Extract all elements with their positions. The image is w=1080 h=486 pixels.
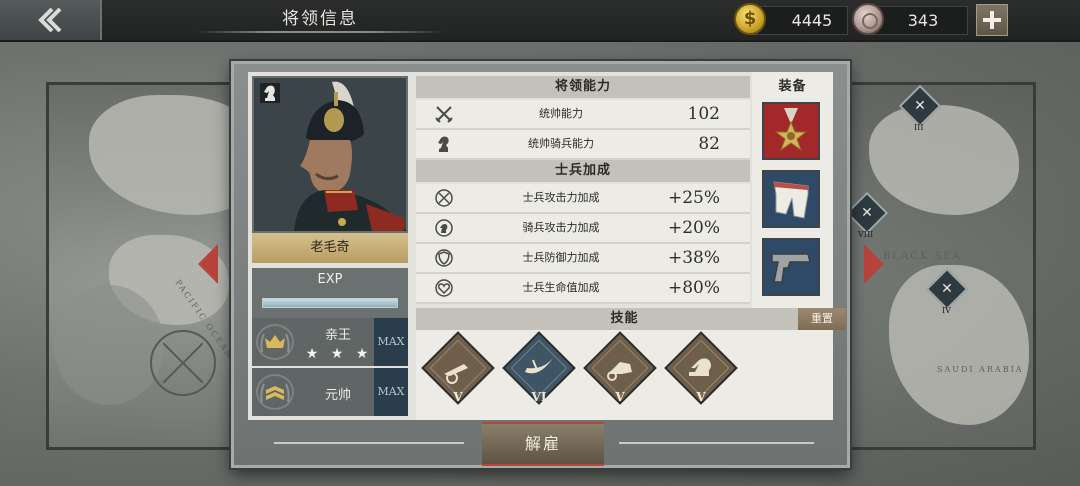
add-currency-button[interactable] bbox=[976, 4, 1008, 36]
army-marker-label: VIII bbox=[858, 230, 874, 239]
soldier-bonus-section-title: 士兵加成 bbox=[416, 160, 750, 182]
top-bar: 将领信息 4445 $ 343 bbox=[0, 0, 1080, 42]
equipment-slot-pistol[interactable] bbox=[762, 238, 820, 296]
map-label-black-sea: BLACK SEA bbox=[883, 251, 962, 262]
stat-row-command: 统帅能力 102 bbox=[416, 100, 750, 130]
stat-value: +38% bbox=[667, 248, 720, 268]
attack-up-icon bbox=[435, 189, 453, 207]
stat-row-cavalry-command: 统帅骑兵能力 82 bbox=[416, 130, 750, 160]
skill-level: VI bbox=[531, 390, 547, 404]
pistol-item-icon bbox=[771, 253, 811, 283]
map-scroll-left-arrow[interactable] bbox=[198, 244, 218, 284]
military-rank-max-badge: MAX bbox=[374, 368, 408, 416]
skill-level: V bbox=[696, 390, 706, 404]
compass-rose-icon bbox=[150, 330, 216, 396]
equipment-slot-medal[interactable] bbox=[762, 102, 820, 160]
stat-value: 82 bbox=[698, 134, 720, 154]
medal-coin-icon bbox=[852, 3, 884, 35]
panel-content: 老毛奇 EXP 亲王 ★ ★ ★ MAX 元帅 MAX 将领能力 统帅能力 10… bbox=[248, 72, 846, 420]
crossed-swords-icon bbox=[435, 106, 453, 123]
military-rank-row: 元帅 MAX bbox=[252, 368, 408, 416]
footer-divider-left bbox=[274, 442, 464, 444]
stat-value: +25% bbox=[667, 188, 720, 208]
exp-section: EXP bbox=[252, 268, 408, 318]
military-rank-title: 元帅 bbox=[324, 388, 351, 403]
stat-label: 统帅能力 bbox=[539, 107, 583, 120]
cavalry-attack-icon bbox=[435, 219, 453, 237]
footer-divider-right bbox=[619, 442, 814, 444]
skill-level: V bbox=[615, 390, 625, 404]
trousers-item-icon bbox=[773, 181, 809, 219]
general-name: 老毛奇 bbox=[252, 233, 408, 263]
stat-row-soldier-hp: 士兵生命值加成 +80% bbox=[416, 274, 750, 304]
heart-up-icon bbox=[435, 279, 453, 297]
medal-item-icon bbox=[774, 108, 808, 152]
skill-level: V bbox=[453, 390, 463, 404]
general-info-panel: 老毛奇 EXP 亲王 ★ ★ ★ MAX 元帅 MAX 将领能力 统帅能力 10… bbox=[231, 61, 850, 468]
stat-label: 士兵攻击力加成 bbox=[522, 191, 600, 204]
stat-value: 102 bbox=[687, 104, 720, 124]
gold-amount: 4445 bbox=[791, 11, 833, 30]
stat-value: +20% bbox=[667, 218, 720, 238]
nobility-rank-row: 亲王 ★ ★ ★ MAX bbox=[252, 318, 408, 366]
exp-progress-fill bbox=[263, 299, 397, 307]
stat-row-soldier-attack: 士兵攻击力加成 +25% bbox=[416, 184, 750, 214]
stat-label: 士兵生命值加成 bbox=[522, 281, 600, 294]
stat-row-cavalry-attack: 骑兵攻击力加成 +20% bbox=[416, 214, 750, 244]
army-marker-label: IV bbox=[942, 306, 951, 315]
equipment-column: 装备 bbox=[752, 72, 833, 308]
map-landmass bbox=[869, 105, 1019, 215]
shield-up-icon bbox=[435, 249, 453, 267]
marshal-rank-icon bbox=[256, 374, 294, 410]
skills-section-title: 技能 bbox=[416, 308, 833, 330]
stat-label: 统帅骑兵能力 bbox=[528, 137, 594, 150]
reset-skills-button[interactable]: 重置 bbox=[798, 308, 846, 330]
crown-rank-icon bbox=[256, 324, 294, 360]
army-marker-label: III bbox=[914, 123, 924, 132]
nobility-stars: ★ ★ ★ bbox=[305, 346, 373, 362]
chess-knight-icon bbox=[260, 83, 280, 103]
horse-skill-icon bbox=[689, 358, 711, 376]
equipment-section-title: 装备 bbox=[752, 76, 833, 98]
cavalry-charge-skill-icon bbox=[525, 358, 553, 374]
equipment-slot-trousers[interactable] bbox=[762, 170, 820, 228]
artillery-skill-icon bbox=[444, 364, 468, 384]
stat-value: +80% bbox=[667, 278, 720, 298]
nobility-title: 亲王 bbox=[324, 328, 351, 343]
title-divider bbox=[195, 31, 445, 33]
skills-area: V VI V V bbox=[416, 330, 833, 420]
stat-row-soldier-defense: 士兵防御力加成 +38% bbox=[416, 244, 750, 274]
stat-label: 士兵防御力加成 bbox=[522, 251, 600, 264]
ability-section-title: 将领能力 bbox=[416, 76, 750, 98]
gold-coin-icon: $ bbox=[734, 3, 766, 35]
exp-progress-bar bbox=[262, 298, 398, 308]
chevron-back-icon bbox=[38, 7, 62, 33]
chariot-skill-icon bbox=[607, 362, 632, 381]
dismiss-general-button[interactable]: 解雇 bbox=[482, 422, 604, 466]
exp-label: EXP bbox=[317, 272, 343, 287]
medal-amount: 343 bbox=[907, 11, 939, 30]
nobility-max-badge: MAX bbox=[374, 318, 408, 366]
map-scroll-right-arrow[interactable] bbox=[864, 244, 884, 284]
horse-head-icon bbox=[438, 136, 449, 152]
map-sea bbox=[54, 285, 164, 405]
back-button[interactable] bbox=[0, 0, 102, 40]
map-label-saudi-arabia: SAUDI ARABIA bbox=[937, 365, 1024, 374]
stat-label: 骑兵攻击力加成 bbox=[522, 221, 600, 234]
general-portrait bbox=[252, 76, 408, 233]
